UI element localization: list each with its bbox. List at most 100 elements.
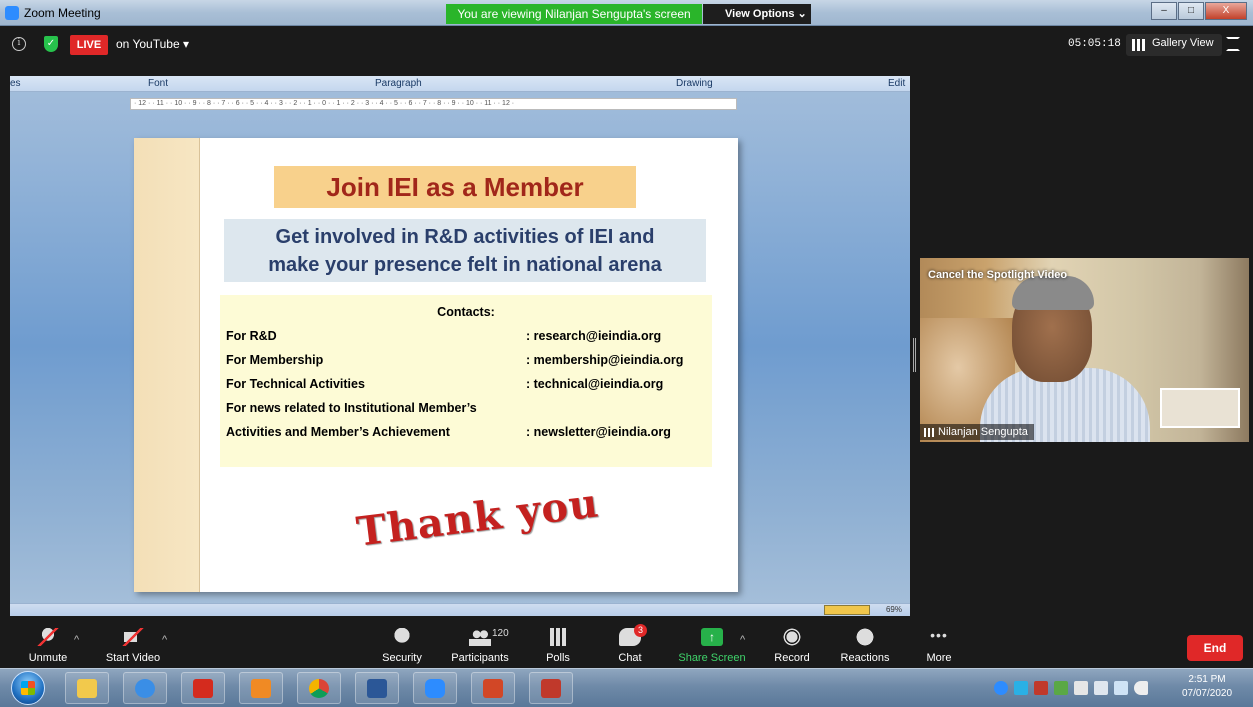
contacts-heading: Contacts:	[437, 305, 495, 319]
presentation-app-icon	[541, 679, 561, 698]
contact-label: For R&D	[226, 329, 277, 343]
screen-tray-icon[interactable]	[1094, 681, 1108, 695]
clock-date: 07/07/2020	[1181, 688, 1233, 699]
antivirus-tray-icon[interactable]	[1054, 681, 1068, 695]
cancel-spotlight-button[interactable]: Cancel the Spotlight Video	[928, 269, 1067, 281]
internet-explorer-icon	[135, 679, 155, 698]
participants-button[interactable]: 120 Participants	[448, 628, 512, 664]
chat-unread-badge: 3	[634, 624, 647, 637]
clock-time: 2:51 PM	[1188, 674, 1226, 685]
live-badge[interactable]: LIVE	[70, 35, 108, 55]
view-options-button[interactable]: View Options ⌄	[703, 4, 811, 24]
panel-splitter-handle[interactable]	[913, 338, 916, 372]
contact-email: : membership@ieindia.org	[526, 353, 684, 367]
taskbar-zoom[interactable]	[413, 672, 457, 704]
shared-screen: es Font Paragraph Drawing Edit · 12 · · …	[10, 76, 910, 616]
chat-label: Chat	[618, 652, 642, 664]
slide-title: Join IEI as a Member	[274, 166, 636, 208]
live-destination-dropdown[interactable]: on YouTube ▾	[116, 37, 189, 51]
network-error-icon[interactable]	[1034, 681, 1048, 695]
record-icon	[781, 628, 803, 646]
taskbar-media-player[interactable]	[239, 672, 283, 704]
fullscreen-icon[interactable]	[1226, 37, 1240, 51]
chat-button[interactable]: 3 Chat	[610, 624, 650, 664]
reactions-label: Reactions	[840, 652, 890, 664]
contact-label: For Membership	[226, 353, 324, 367]
contact-email: : newsletter@ieindia.org	[526, 425, 671, 439]
security-shield-icon	[391, 628, 413, 646]
participant-video[interactable]: Cancel the Spotlight Video Nilanjan Seng…	[920, 258, 1249, 442]
background-photo-frames	[1160, 388, 1240, 428]
ribbon-group-editing: Edit	[888, 78, 906, 89]
slide-subtitle-line-2: make your presence felt in national aren…	[268, 254, 662, 276]
ribbon-group-font: Font	[148, 78, 169, 89]
share-screen-button[interactable]: ↑ Share Screen	[678, 628, 746, 664]
contact-row: Activities and Member’s Achievement : ne…	[226, 425, 706, 441]
flag-tray-icon[interactable]	[1074, 681, 1088, 695]
word-icon	[367, 679, 387, 698]
grid-icon	[1132, 39, 1145, 51]
contact-email: : technical@ieindia.org	[526, 377, 664, 391]
network-tray-icon[interactable]	[1114, 681, 1128, 695]
acrobat-icon	[193, 679, 213, 698]
contact-label: For Technical Activities	[226, 377, 365, 391]
security-button[interactable]: Security	[378, 628, 426, 664]
ribbon-group-styles: es	[10, 78, 21, 89]
minimize-button[interactable]: –	[1151, 2, 1177, 20]
presentation-slide: Join IEI as a Member Get involved in R&D…	[134, 138, 738, 592]
ppt-ribbon: es Font Paragraph Drawing Edit	[10, 76, 910, 92]
taskbar-chrome[interactable]	[297, 672, 341, 704]
participants-icon	[469, 628, 491, 646]
signal-strength-icon	[924, 428, 934, 437]
zoom-app-icon	[5, 6, 19, 20]
video-off-icon	[122, 628, 144, 646]
zoom-tray-icon[interactable]	[994, 681, 1008, 695]
end-meeting-button[interactable]: End	[1187, 635, 1243, 661]
ribbon-group-paragraph: Paragraph	[375, 78, 422, 89]
slide-subtitle: Get involved in R&D activities of IEI an…	[224, 219, 706, 282]
taskbar-kingsoft[interactable]	[529, 672, 573, 704]
polls-label: Polls	[546, 652, 570, 664]
gallery-view-button[interactable]: Gallery View	[1126, 34, 1222, 56]
reactions-button[interactable]: Reactions	[838, 628, 892, 664]
folder-icon	[77, 679, 97, 698]
record-button[interactable]: Record	[772, 628, 812, 664]
start-video-button[interactable]: Start Video	[102, 628, 164, 664]
close-button[interactable]: X	[1205, 2, 1247, 20]
powerpoint-icon	[483, 679, 503, 698]
ppt-status-bar: 69%	[10, 603, 910, 616]
share-options-caret[interactable]: ^	[740, 634, 745, 646]
encryption-shield-icon[interactable]: ✓	[44, 36, 58, 52]
window-title: Zoom Meeting	[24, 6, 101, 20]
polls-button[interactable]: Polls	[538, 628, 578, 664]
zoom-level: 69%	[885, 605, 902, 614]
taskbar-word[interactable]	[355, 672, 399, 704]
zoom-icon	[425, 679, 445, 698]
meeting-info-icon[interactable]: i	[12, 37, 26, 51]
video-options-caret[interactable]: ^	[162, 634, 167, 646]
maximize-button[interactable]: □	[1178, 2, 1204, 20]
chrome-icon	[309, 679, 329, 698]
taskbar-explorer[interactable]	[65, 672, 109, 704]
taskbar-acrobat[interactable]	[181, 672, 225, 704]
taskbar-ie[interactable]	[123, 672, 167, 704]
more-button[interactable]: ••• More	[922, 628, 956, 664]
unmute-button[interactable]: Unmute	[22, 628, 74, 664]
start-button[interactable]	[11, 671, 45, 705]
contacts-box: Contacts: For R&D : research@ieindia.org…	[220, 295, 712, 467]
contact-email: : research@ieindia.org	[526, 329, 662, 343]
volume-icon[interactable]	[1134, 681, 1148, 695]
taskbar-powerpoint[interactable]	[471, 672, 515, 704]
security-label: Security	[382, 652, 422, 664]
contact-row: For Technical Activities : technical@iei…	[226, 377, 706, 393]
slide-subtitle-line-1: Get involved in R&D activities of IEI an…	[275, 226, 655, 248]
contact-row: For R&D : research@ieindia.org	[226, 329, 706, 345]
taskbar-clock[interactable]: 2:51 PM 07/07/2020	[1172, 673, 1242, 701]
slide-side-strip	[134, 138, 200, 592]
participant-name-tag: Nilanjan Sengupta	[920, 424, 1034, 440]
qq-tray-icon[interactable]	[1014, 681, 1028, 695]
contact-row: For news related to Institutional Member…	[226, 401, 706, 417]
audio-options-caret[interactable]: ^	[74, 634, 79, 646]
participant-name: Nilanjan Sengupta	[938, 426, 1028, 438]
reactions-smiley-icon	[854, 628, 876, 646]
